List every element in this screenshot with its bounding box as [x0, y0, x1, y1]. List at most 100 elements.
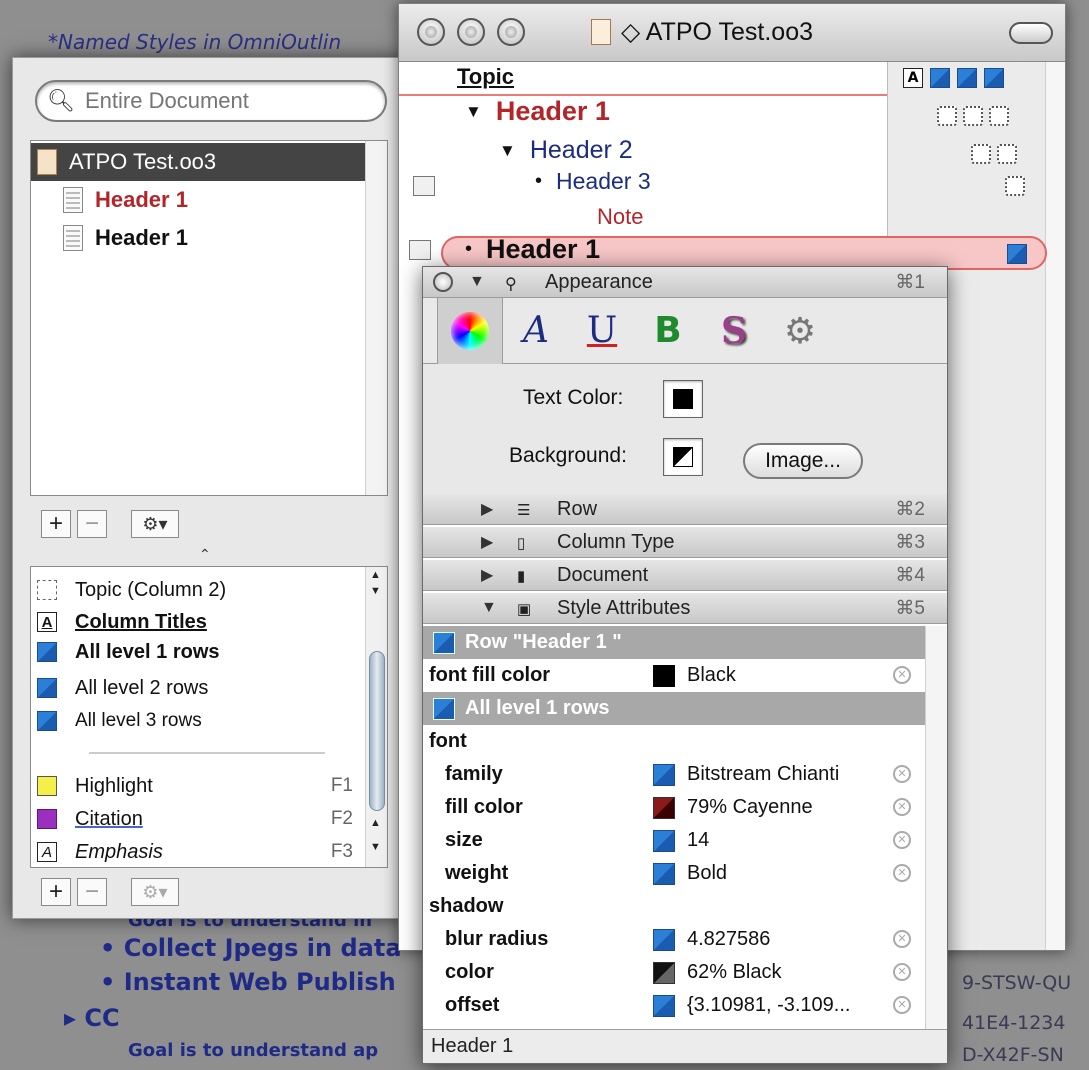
attribute-group-row[interactable]: All level 1 rows [423, 692, 927, 725]
style-item-citation[interactable]: Citation F2 [37, 804, 357, 834]
attribute-value[interactable]: 79% Cayenne [653, 796, 813, 819]
attribute-row[interactable]: offset {3.10981, -3.109... ✕ [423, 989, 927, 1022]
disclosure-open-icon[interactable]: ▼ [469, 273, 489, 291]
close-window-button[interactable] [417, 18, 445, 46]
style-item-column-titles[interactable]: A Column Titles [37, 607, 357, 637]
background-color-well[interactable] [663, 438, 703, 476]
add-button[interactable]: + [41, 510, 71, 538]
tab-bold[interactable]: B [635, 298, 701, 364]
disclosure-closed-icon[interactable]: ▶ [481, 499, 501, 519]
disclosure-open-icon[interactable]: ▼ [481, 599, 501, 617]
tab-font[interactable]: A [503, 298, 569, 364]
add-style-button[interactable]: + [41, 878, 71, 906]
magnifier-dropdown-icon[interactable]: 🔍︎ [47, 88, 83, 114]
outline-row-header3[interactable]: • Header 3 [535, 168, 651, 195]
purple-style-icon [37, 809, 57, 829]
attribute-value[interactable]: Bold [653, 862, 727, 885]
row-text[interactable]: Header 1 [486, 234, 600, 265]
attribute-row[interactable]: weight Bold ✕ [423, 857, 927, 890]
style-item-level-1[interactable]: All level 1 rows [37, 637, 357, 667]
scroll-up-arrow-icon[interactable]: ▲ [370, 569, 381, 581]
attribute-row[interactable]: font fill color Black ✕ [423, 659, 927, 692]
attribute-row[interactable]: color 62% Black ✕ [423, 956, 927, 989]
search-field[interactable]: 🔍︎ [35, 80, 387, 122]
row-text[interactable]: Header 1 [496, 96, 610, 127]
remove-style-button[interactable]: − [77, 878, 107, 906]
row-style-item-2[interactable]: Header 1 [57, 219, 188, 257]
document-list-scrollbar[interactable] [365, 141, 387, 495]
attribute-value[interactable]: Black [653, 664, 736, 687]
style-item-level-2[interactable]: All level 2 rows [37, 673, 357, 703]
disclosure-triangle-icon[interactable]: ▼ [465, 102, 482, 122]
search-input[interactable] [83, 87, 373, 115]
remove-attribute-icon[interactable]: ✕ [893, 864, 911, 882]
image-button[interactable]: Image... [743, 443, 863, 479]
note-icon[interactable] [413, 176, 435, 196]
tab-underline[interactable]: U [569, 298, 635, 364]
outline-row-header1[interactable]: ▼ Header 1 [465, 96, 610, 127]
attribute-group-row[interactable]: Row "Header 1 " [423, 626, 927, 659]
tab-settings[interactable]: ⚙ [767, 298, 833, 364]
attribute-value[interactable]: Bitstream Chianti [653, 763, 839, 786]
style-item-emphasis[interactable]: A Emphasis F3 [37, 837, 357, 867]
row-text[interactable]: Header 3 [556, 168, 651, 195]
remove-attribute-icon[interactable]: ✕ [893, 798, 911, 816]
attribute-row[interactable]: blur radius 4.827586 ✕ [423, 923, 927, 956]
remove-attribute-icon[interactable]: ✕ [893, 765, 911, 783]
add-note-icon[interactable] [409, 240, 431, 260]
section-document[interactable]: ▶ ▮ Document ⌘4 [423, 560, 947, 591]
scroll-down-arrow-icon[interactable]: ▼ [370, 841, 381, 853]
style-item-highlight[interactable]: Highlight F1 [37, 771, 357, 801]
note-text[interactable]: Note [597, 204, 643, 230]
toolbar-toggle-button[interactable] [1009, 22, 1053, 44]
outline-row-header1-selected[interactable]: • Header 1 [465, 234, 600, 265]
tab-shadow[interactable]: S [701, 298, 767, 364]
style-item-topic[interactable]: Topic (Column 2) [37, 575, 357, 605]
tab-color[interactable] [437, 297, 503, 364]
document-item[interactable]: ATPO Test.oo3 [31, 143, 365, 181]
outline-row-note[interactable]: Note [597, 204, 643, 230]
section-style-attributes[interactable]: ▼ ▣ Style Attributes ⌘5 [423, 593, 947, 624]
gear-menu-button[interactable]: ⚙▾ [131, 510, 179, 538]
attribute-value[interactable]: 14 [653, 829, 709, 852]
remove-attribute-icon[interactable]: ✕ [893, 996, 911, 1014]
document-proxy-icon[interactable] [591, 19, 611, 45]
remove-attribute-icon[interactable]: ✕ [893, 930, 911, 948]
value-text: 4.827586 [687, 928, 771, 950]
scroll-down-arrow-icon[interactable]: ▼ [370, 585, 381, 597]
section-column-type[interactable]: ▶ ▯ Column Type ⌘3 [423, 527, 947, 558]
scroll-thumb[interactable] [369, 651, 385, 811]
disclosure-closed-icon[interactable]: ▶ [481, 565, 501, 585]
splitter-handle[interactable]: ⌃ [199, 546, 211, 563]
style-list-scrollbar[interactable]: ▲ ▼ ▲ ▼ [365, 567, 387, 867]
section-row[interactable]: ▶ ☰ Row ⌘2 [423, 494, 947, 525]
styles-gear-menu-button[interactable]: ⚙▾ [131, 878, 179, 906]
disclosure-closed-icon[interactable]: ▶ [481, 532, 501, 552]
outline-scrollbar[interactable] [1045, 62, 1065, 950]
attributes-scrollbar[interactable] [925, 626, 947, 1029]
attribute-value[interactable]: 4.827586 [653, 928, 770, 951]
remove-button[interactable]: − [77, 510, 107, 538]
remove-attribute-icon[interactable]: ✕ [893, 831, 911, 849]
outline-row-header2[interactable]: ▼ Header 2 [499, 136, 633, 165]
value-text: Black [687, 664, 736, 686]
remove-attribute-icon[interactable]: ✕ [893, 666, 911, 684]
row-style-item-1[interactable]: Header 1 [57, 181, 188, 219]
title-bar[interactable]: ◇ ATPO Test.oo3 [399, 4, 1065, 62]
disclosure-triangle-icon[interactable]: ▼ [499, 141, 516, 161]
text-color-well[interactable] [663, 380, 703, 418]
close-inspector-button[interactable] [433, 272, 453, 292]
topic-column-title[interactable]: Topic [457, 64, 514, 90]
row-text[interactable]: Header 2 [530, 136, 633, 165]
section-appearance[interactable]: ▼ ⚲ Appearance ⌘1 [423, 267, 947, 298]
remove-attribute-icon[interactable]: ✕ [893, 963, 911, 981]
attribute-row[interactable]: family Bitstream Chianti ✕ [423, 758, 927, 791]
minimize-window-button[interactable] [457, 18, 485, 46]
attribute-value[interactable]: {3.10981, -3.109... [653, 994, 850, 1017]
style-item-level-3[interactable]: All level 3 rows [37, 706, 357, 736]
attribute-row[interactable]: fill color 79% Cayenne ✕ [423, 791, 927, 824]
attribute-row[interactable]: size 14 ✕ [423, 824, 927, 857]
scroll-up-arrow-icon[interactable]: ▲ [370, 817, 381, 829]
zoom-window-button[interactable] [497, 18, 525, 46]
attribute-value[interactable]: 62% Black [653, 961, 782, 984]
